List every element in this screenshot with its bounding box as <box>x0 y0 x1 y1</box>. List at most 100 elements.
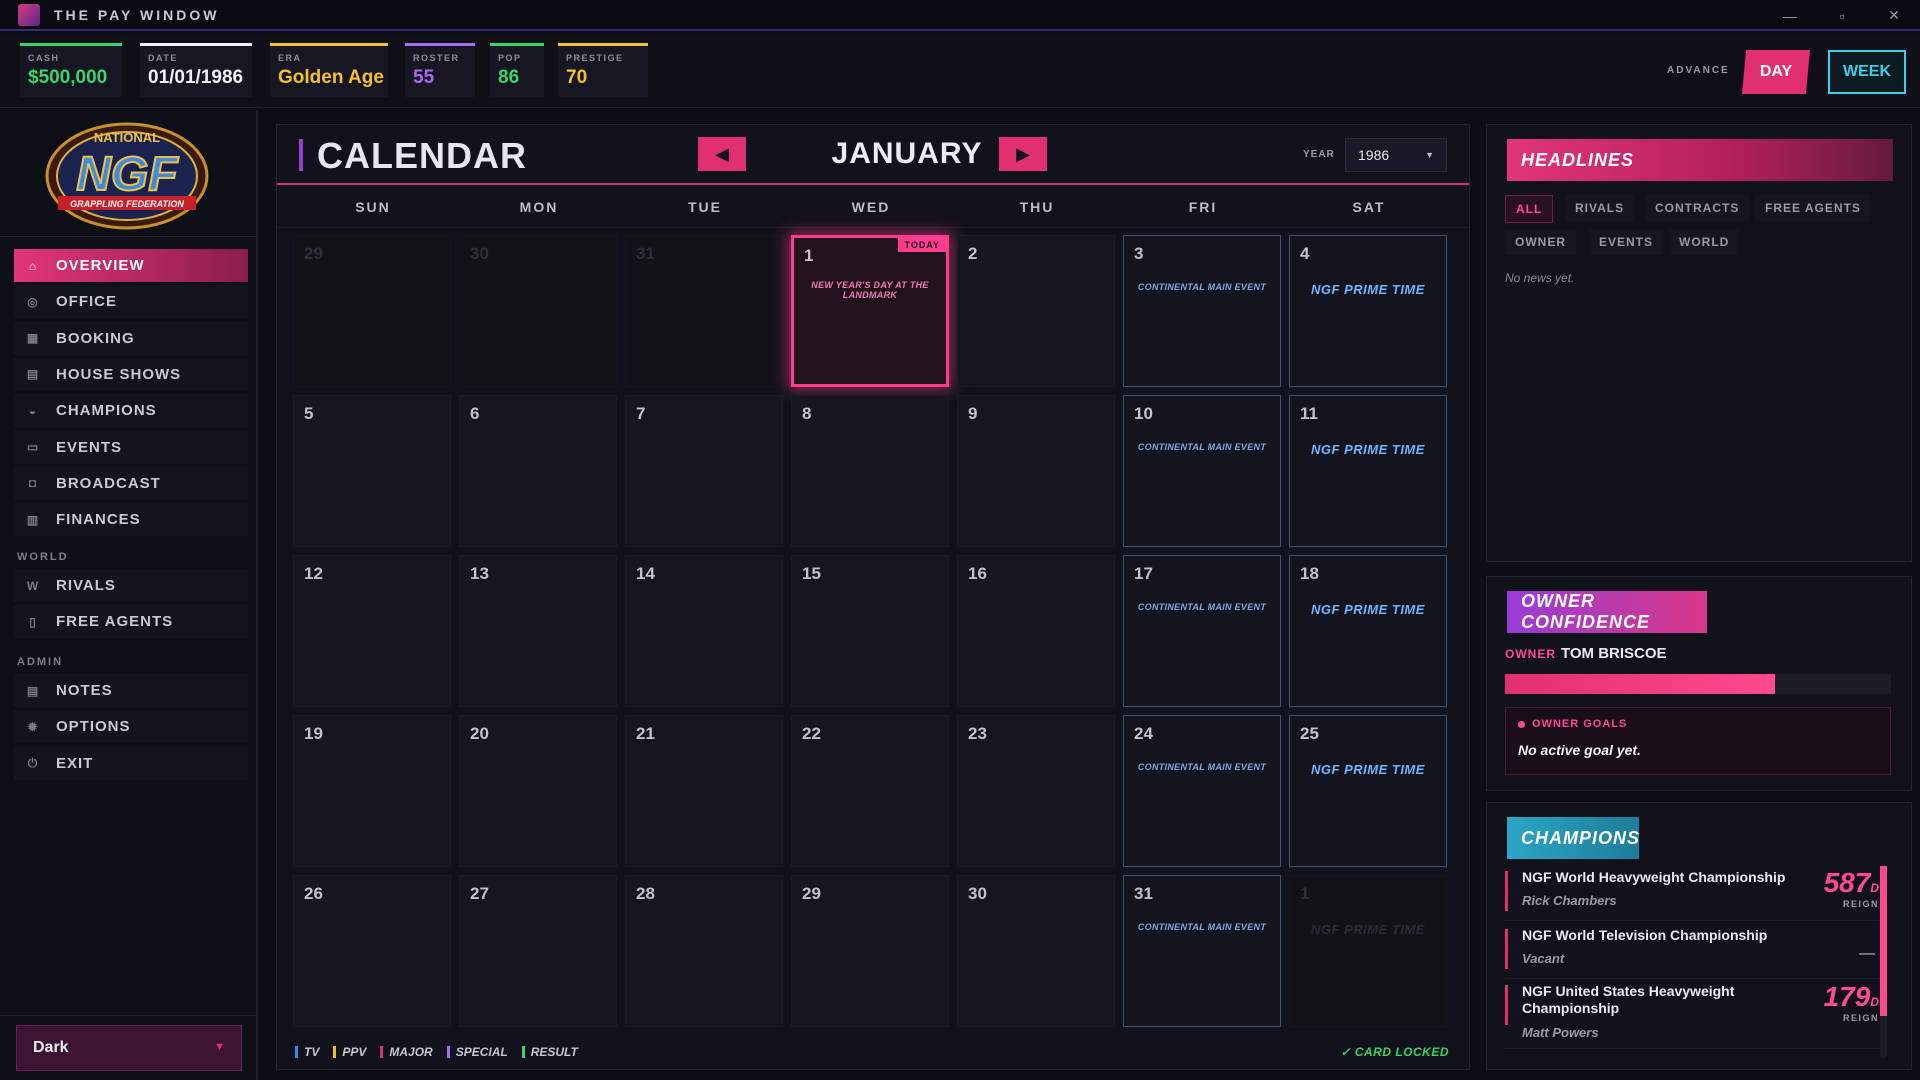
calendar-day[interactable]: 23 <box>957 715 1115 867</box>
legend-label: MAJOR <box>389 1045 433 1059</box>
sidebar-item-house-shows[interactable]: ▤ HOUSE SHOWS <box>14 357 248 391</box>
calendar-day[interactable]: 5 <box>293 395 451 547</box>
card-locked-status: ✓ CARD LOCKED <box>1340 1045 1449 1059</box>
calendar-day[interactable]: 27 <box>459 875 617 1027</box>
bar-chart-icon: ▥ <box>26 512 40 527</box>
ngf-logo: NATIONAL NGF GRAPPLING FEDERATION <box>45 122 209 230</box>
theme-select[interactable]: Dark ▼ <box>16 1025 242 1071</box>
advance-day-button[interactable]: DAY <box>1742 50 1810 94</box>
year-label: YEAR <box>1303 149 1335 160</box>
stat-label: CASH <box>28 53 60 63</box>
champion-row[interactable]: NGF United States Heavyweight Championsh… <box>1505 979 1889 1049</box>
day-number: 17 <box>1134 564 1153 583</box>
minimize-button[interactable]: — <box>1764 0 1816 31</box>
stat-value: 55 <box>413 67 435 88</box>
filter-tab-events[interactable]: EVENTS <box>1589 229 1664 255</box>
day-number: 19 <box>304 724 323 743</box>
calendar-day[interactable]: 6 <box>459 395 617 547</box>
calendar-day[interactable]: 28 <box>625 875 783 1027</box>
calendar-day[interactable]: 4 NGF PRIME TIME <box>1289 235 1447 387</box>
gear-icon: ✹ <box>27 719 39 734</box>
filter-tab-owner[interactable]: OWNER <box>1505 229 1576 255</box>
close-button[interactable]: ✕ <box>1868 0 1920 31</box>
advance-label: ADVANCE <box>1667 65 1730 76</box>
sidebar-item-overview[interactable]: ⌂ OVERVIEW <box>14 249 248 282</box>
calendar-day[interactable]: 17 CONTINENTAL MAIN EVENT <box>1123 555 1281 707</box>
champions-scrollbar[interactable] <box>1880 866 1887 1058</box>
champion-accent-bar <box>1505 871 1508 911</box>
calendar-day[interactable]: 22 <box>791 715 949 867</box>
calendar-day[interactable]: 18 NGF PRIME TIME <box>1289 555 1447 707</box>
calendar-day[interactable]: 30 <box>957 875 1115 1027</box>
calendar-day[interactable]: 12 <box>293 555 451 707</box>
owner-name: TOM BRISCOE <box>1561 645 1667 662</box>
sidebar-item-exit[interactable]: ⏻ EXIT <box>14 746 248 780</box>
calendar-day-today[interactable]: 1 TODAY NEW YEAR'S DAY AT THE LANDMARK <box>791 235 949 387</box>
filter-tab-contracts[interactable]: CONTRACTS <box>1645 195 1750 221</box>
sidebar-item-free-agents[interactable]: ▯ FREE AGENTS <box>14 605 248 639</box>
calendar-day[interactable]: 14 <box>625 555 783 707</box>
headlines-panel: HEADLINES ALL RIVALS CONTRACTS FREE AGENTS O… <box>1486 124 1912 562</box>
champion-row[interactable]: NGF World Heavyweight Championship Rick C… <box>1505 865 1889 921</box>
prev-month-button[interactable]: ◀ <box>698 137 746 171</box>
advance-week-button[interactable]: WEEK <box>1828 50 1906 94</box>
stat-value: 70 <box>566 67 588 88</box>
sidebar-item-notes[interactable]: ▤ NOTES <box>14 674 248 707</box>
calendar-day[interactable]: 15 <box>791 555 949 707</box>
calendar-day[interactable]: 29 <box>293 235 451 387</box>
next-month-button[interactable]: ▶ <box>999 137 1047 171</box>
calendar-day[interactable]: 24 CONTINENTAL MAIN EVENT <box>1123 715 1281 867</box>
filter-tab-all[interactable]: ALL <box>1505 195 1554 223</box>
legend-swatch <box>521 1046 525 1058</box>
stat-label: ERA <box>278 53 302 63</box>
year-select[interactable]: 1986 ▼ <box>1345 138 1447 172</box>
scrollbar-thumb[interactable] <box>1880 866 1887 1016</box>
filter-tab-free-agents[interactable]: FREE AGENTS <box>1755 195 1871 221</box>
calendar-day[interactable]: 16 <box>957 555 1115 707</box>
sidebar-item-label: BROADCAST <box>56 474 161 492</box>
calendar-day[interactable]: 31 <box>625 235 783 387</box>
calendar-day[interactable]: 20 <box>459 715 617 867</box>
calendar-day[interactable]: 3 CONTINENTAL MAIN EVENT <box>1123 235 1281 387</box>
sidebar-item-broadcast[interactable]: ◘ BROADCAST <box>14 466 248 500</box>
calendar-day[interactable]: 26 <box>293 875 451 1027</box>
sidebar-item-label: BOOKING <box>56 329 135 347</box>
calendar-day[interactable]: 1 NGF PRIME TIME <box>1289 875 1447 1027</box>
sidebar-item-events[interactable]: ▭ EVENTS <box>14 430 248 464</box>
theme-value: Dark <box>33 1039 69 1056</box>
day-number: 2 <box>968 244 978 263</box>
champion-row[interactable]: NGF World Television Championship Vacant — <box>1505 923 1889 979</box>
calendar-day[interactable]: 13 <box>459 555 617 707</box>
calendar-day[interactable]: 8 <box>791 395 949 547</box>
calendar-day[interactable]: 11 NGF PRIME TIME <box>1289 395 1447 547</box>
calendar-day[interactable]: 29 <box>791 875 949 1027</box>
sidebar-item-label: RIVALS <box>56 577 116 594</box>
calendar-day[interactable]: 7 <box>625 395 783 547</box>
sidebar-item-office[interactable]: ◎ OFFICE <box>14 285 248 319</box>
maximize-button[interactable]: ▫ <box>1816 0 1868 31</box>
calendar-day[interactable]: 31 CONTINENTAL MAIN EVENT <box>1123 875 1281 1027</box>
legend-label: TV <box>304 1045 320 1059</box>
legend-item-major: MAJOR <box>380 1045 433 1059</box>
confidence-bar <box>1505 674 1891 694</box>
reign-label: REIGN <box>1842 1013 1879 1023</box>
sidebar-item-rivals[interactable]: W RIVALS <box>14 569 248 602</box>
stat-value: 86 <box>498 67 520 88</box>
calendar-day[interactable]: 9 <box>957 395 1115 547</box>
sidebar-item-finances[interactable]: ▥ FINANCES <box>14 503 248 537</box>
filter-tab-rivals[interactable]: RIVALS <box>1565 195 1635 221</box>
calendar-day[interactable]: 25 NGF PRIME TIME <box>1289 715 1447 867</box>
sidebar-item-champions[interactable]: ◒ CHAMPIONS <box>14 394 248 428</box>
calendar-day[interactable]: 21 <box>625 715 783 867</box>
calendar-day[interactable]: 30 <box>459 235 617 387</box>
legend-item-ppv: PPV <box>333 1045 366 1059</box>
calendar-day[interactable]: 2 <box>957 235 1115 387</box>
filter-tab-world[interactable]: WORLD <box>1669 229 1740 255</box>
day-number: 22 <box>802 724 821 743</box>
champion-holder: Matt Powers <box>1522 1025 1599 1040</box>
sidebar-item-options[interactable]: ✹ OPTIONS <box>14 710 248 744</box>
calendar-day[interactable]: 19 <box>293 715 451 867</box>
stat-label: POP <box>498 53 522 63</box>
calendar-day[interactable]: 10 CONTINENTAL MAIN EVENT <box>1123 395 1281 547</box>
sidebar-item-booking[interactable]: ▦ BOOKING <box>14 321 248 355</box>
